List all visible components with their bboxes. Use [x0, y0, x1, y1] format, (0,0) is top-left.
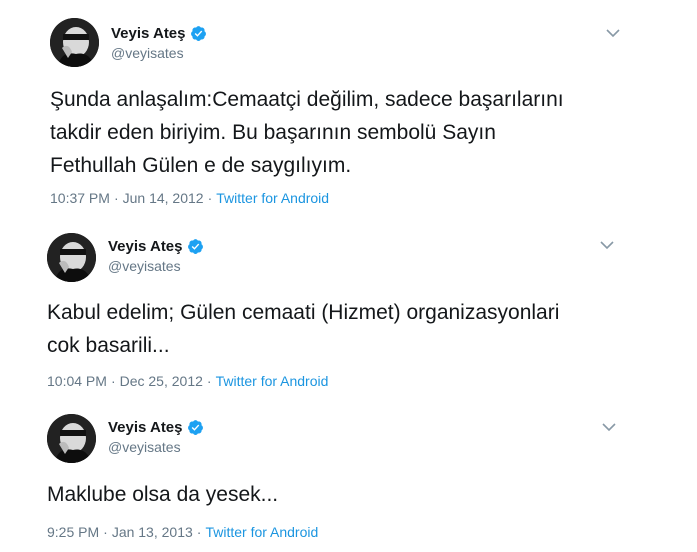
handle: @veyisates	[108, 439, 181, 455]
source-link[interactable]: Twitter for Android	[205, 524, 318, 540]
tweet: Veyis Ateş @veyisates Maklube olsa da ye…	[0, 0, 697, 552]
tweet-meta: 9:25 PM · Jan 13, 2013 · Twitter for Android	[47, 524, 318, 540]
timestamp-date[interactable]: Jan 13, 2013	[112, 524, 193, 540]
separator: ·	[103, 524, 108, 540]
separator: ·	[196, 524, 202, 540]
tweet-text: Maklube olsa da yesek...	[47, 478, 278, 511]
timestamp-time[interactable]: 9:25 PM	[47, 524, 99, 540]
tweet-text-line: Maklube olsa da yesek...	[47, 483, 279, 506]
chevron-down-icon[interactable]	[602, 422, 616, 432]
verified-icon	[187, 420, 203, 435]
display-name[interactable]: Veyis Ateş	[108, 419, 183, 436]
avatar[interactable]	[47, 414, 96, 463]
name-row: Veyis Ateş	[108, 419, 204, 436]
